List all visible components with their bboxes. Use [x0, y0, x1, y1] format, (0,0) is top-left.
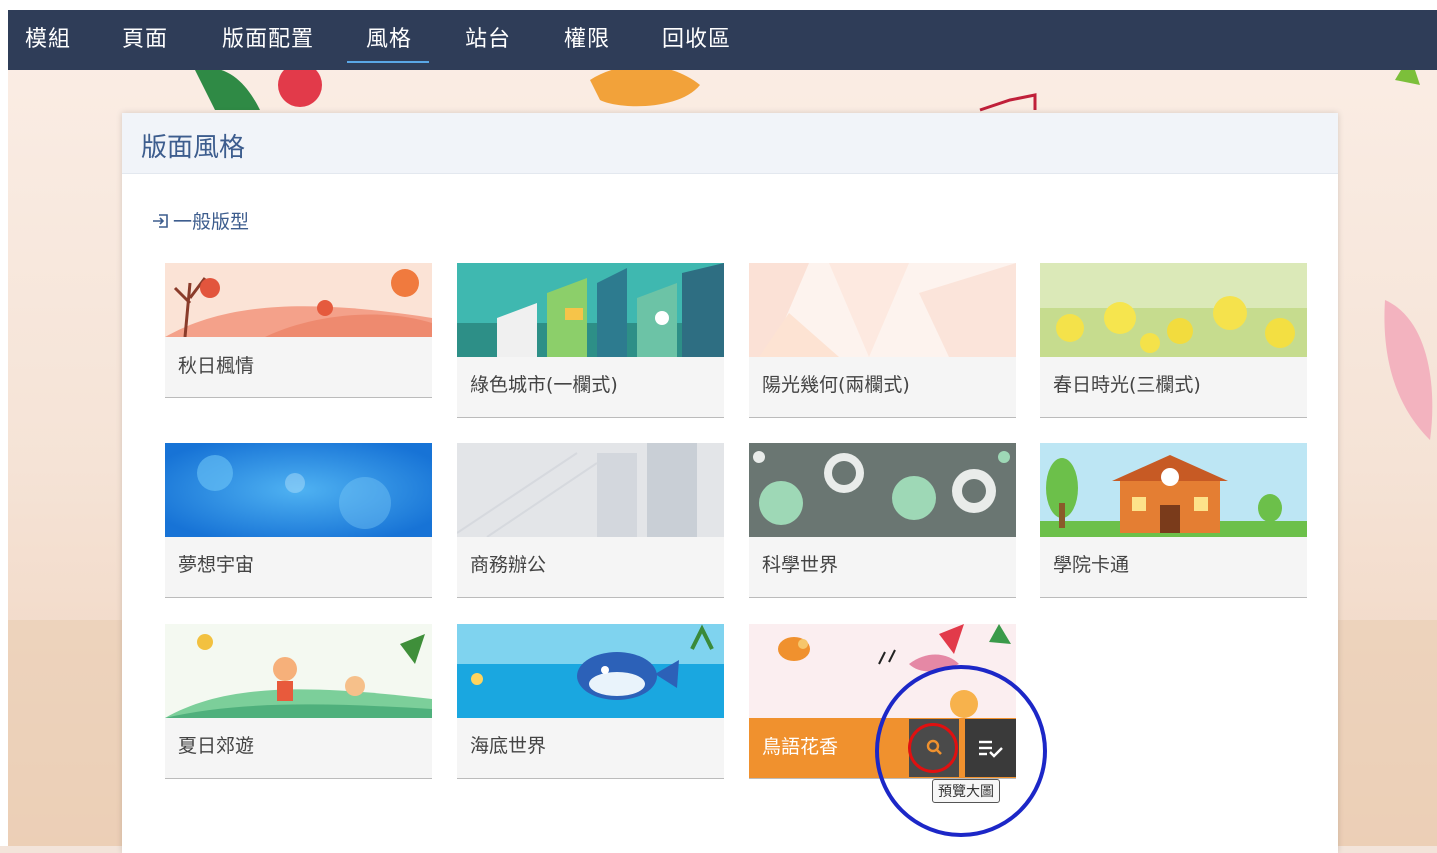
apply-theme-button[interactable] — [965, 719, 1016, 777]
nav-item-site[interactable]: 站台 — [465, 10, 511, 70]
theme-card-science-world[interactable]: 科學世界 — [749, 443, 1016, 598]
theme-name: 學院卡通 — [1053, 554, 1130, 576]
nav-item-pages[interactable]: 頁面 — [122, 10, 168, 70]
theme-card-dream-universe[interactable]: 夢想宇宙 — [165, 443, 432, 598]
nav-item-modules[interactable]: 模組 — [25, 10, 71, 70]
theme-thumbnail — [165, 443, 432, 537]
theme-name: 秋日楓情 — [178, 355, 255, 377]
theme-name: 商務辦公 — [470, 554, 547, 576]
top-navbar: 模組 頁面 版面配置 風格 站台 權限 回收區 — [8, 10, 1437, 70]
nav-item-permissions[interactable]: 權限 — [564, 10, 610, 70]
nav-item-recycle-bin[interactable]: 回收區 — [662, 10, 731, 70]
theme-name: 夏日郊遊 — [178, 735, 255, 757]
theme-name: 鳥語花香 — [762, 736, 839, 758]
nav-item-layout[interactable]: 版面配置 — [222, 10, 314, 70]
theme-thumbnail — [749, 443, 1016, 537]
theme-card-birds-flowers[interactable]: 鳥語花香 — [749, 624, 1016, 779]
theme-thumbnail — [457, 263, 724, 357]
theme-thumbnail — [749, 263, 1016, 357]
theme-thumbnail — [165, 624, 432, 718]
panel-header: 版面風格 — [122, 113, 1338, 174]
list-check-icon — [979, 740, 1003, 758]
theme-card-underwater-world[interactable]: 海底世界 — [457, 624, 724, 779]
preview-tooltip: 預覽大圖 — [932, 779, 1000, 803]
page-title: 版面風格 — [141, 133, 246, 163]
section-label: 一般版型 — [173, 211, 250, 233]
theme-thumbnail — [165, 263, 432, 337]
theme-name: 春日時光(三欄式) — [1053, 374, 1201, 396]
search-icon — [926, 739, 942, 755]
theme-thumbnail — [1040, 443, 1307, 537]
theme-card-spring-time[interactable]: 春日時光(三欄式) — [1040, 263, 1307, 418]
section-general-layouts[interactable]: 一般版型 — [152, 207, 249, 234]
theme-thumbnail — [1040, 263, 1307, 357]
theme-thumbnail — [749, 624, 1016, 718]
theme-card-academy-cartoon[interactable]: 學院卡通 — [1040, 443, 1307, 598]
theme-thumbnail — [457, 443, 724, 537]
theme-card-sunshine-geometry[interactable]: 陽光幾何(兩欄式) — [749, 263, 1016, 418]
theme-thumbnail — [457, 624, 724, 718]
theme-name: 陽光幾何(兩欄式) — [762, 374, 910, 396]
theme-name: 綠色城市(一欄式) — [470, 374, 618, 396]
theme-name: 科學世界 — [762, 554, 839, 576]
theme-name: 夢想宇宙 — [178, 554, 255, 576]
sign-in-icon — [153, 214, 168, 228]
theme-card-autumn[interactable]: 秋日楓情 — [165, 263, 432, 398]
theme-card-business-office[interactable]: 商務辦公 — [457, 443, 724, 598]
theme-name: 海底世界 — [470, 735, 547, 757]
theme-card-green-city[interactable]: 綠色城市(一欄式) — [457, 263, 724, 418]
theme-card-summer-outing[interactable]: 夏日郊遊 — [165, 624, 432, 779]
active-tab-indicator — [347, 61, 429, 63]
preview-large-button[interactable] — [909, 719, 959, 777]
